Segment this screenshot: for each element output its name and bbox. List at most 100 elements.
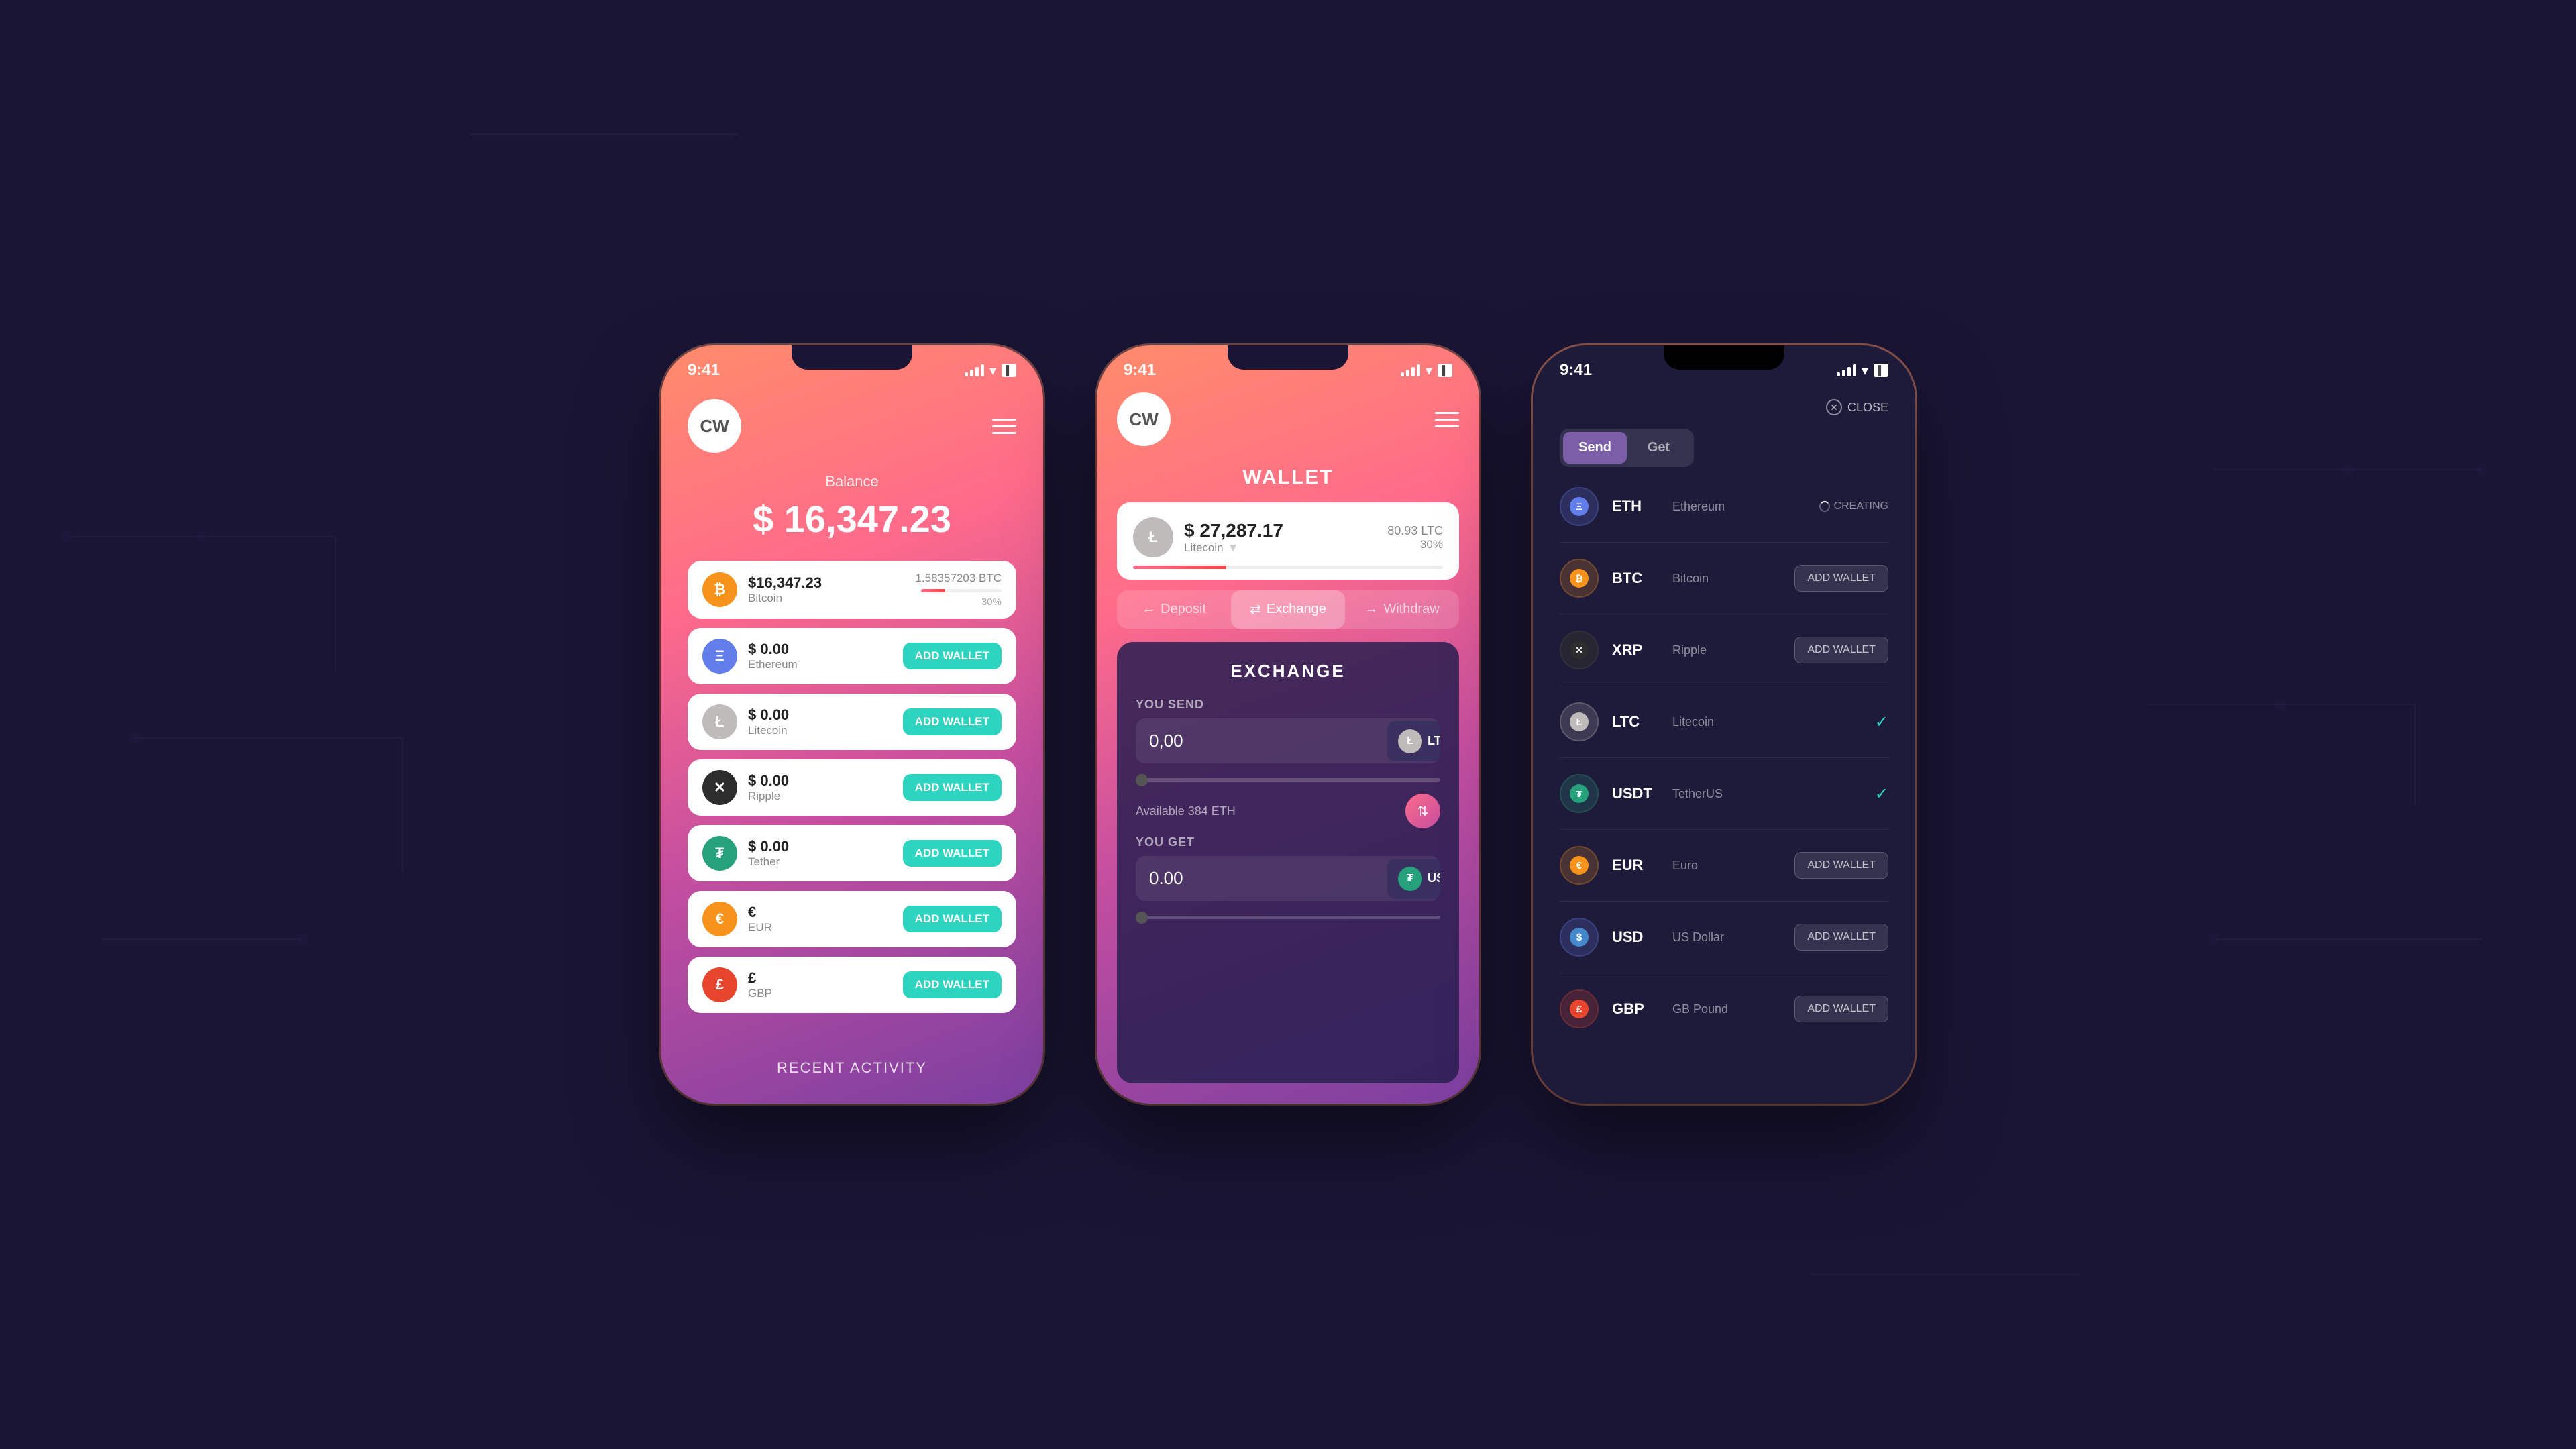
wallet-card-eur[interactable]: € € EUR ADD WALLET — [688, 891, 1016, 947]
hamburger-2[interactable] — [1435, 412, 1459, 427]
phone-balance: 9:41 ▾ ▌ CW Bala — [661, 345, 1043, 1104]
list-coin-icon-ltc: Ł — [1560, 702, 1599, 741]
phone-coinlist: 9:41 ▾ ▌ ✕ CLOSE — [1533, 345, 1915, 1104]
svg-text:€: € — [1576, 860, 1582, 871]
send-coin-badge[interactable]: Ł LTC ▶ — [1387, 721, 1440, 761]
status-time-2: 9:41 — [1124, 361, 1156, 380]
list-ticker-btc: BTC — [1612, 570, 1659, 587]
add-wallet-usd[interactable]: ADD WALLET — [1794, 924, 1888, 951]
send-input[interactable] — [1136, 718, 1387, 763]
list-item-eth[interactable]: Ξ ETH Ethereum CREATING — [1560, 487, 1888, 526]
add-wallet-gbp[interactable]: ADD WALLET — [1794, 996, 1888, 1022]
coin-info-xrp: $ 0.00 Ripple — [748, 772, 892, 803]
coin-icon-eur: € — [702, 902, 737, 936]
coin-name-xrp: Ripple — [748, 790, 892, 803]
add-wallet-btn-xrp[interactable]: ADD WALLET — [903, 774, 1002, 801]
list-name-btc: Bitcoin — [1672, 572, 1781, 586]
phone3-header: ✕ CLOSE — [1560, 392, 1888, 415]
coin-right-btc: 1.58357203 BTC 30% — [915, 572, 1002, 608]
list-item-gbp[interactable]: £ GBP GB Pound ADD WALLET — [1560, 989, 1888, 1028]
add-wallet-btn-eur[interactable]: ADD WALLET — [903, 906, 1002, 932]
btc-progress-text: 30% — [981, 596, 1002, 608]
get-coin-icon: ₮ — [1398, 867, 1422, 891]
list-item-usdt[interactable]: ₮ USDT TetherUS ✓ — [1560, 774, 1888, 813]
get-slider[interactable] — [1136, 916, 1440, 919]
list-item-xrp[interactable]: ✕ XRP Ripple ADD WALLET — [1560, 631, 1888, 669]
phone-exchange: 9:41 ▾ ▌ CW WALLET — [1097, 345, 1479, 1104]
list-coin-icon-gbp: £ — [1560, 989, 1599, 1028]
tab-exchange[interactable]: ⇄Exchange — [1231, 590, 1345, 629]
hamburger-1[interactable] — [992, 419, 1016, 434]
list-ticker-eur: EUR — [1612, 857, 1659, 874]
wallet-card-eth[interactable]: Ξ $ 0.00 Ethereum ADD WALLET — [688, 628, 1016, 684]
close-button[interactable]: ✕ CLOSE — [1826, 399, 1888, 415]
coin-name-btc: Bitcoin — [748, 592, 904, 605]
add-wallet-btn-ltc[interactable]: ADD WALLET — [903, 708, 1002, 735]
btc-progress-bar — [921, 589, 1002, 592]
available-row: Available 384 ETH ⇅ — [1136, 794, 1440, 828]
wallet-card-ltc[interactable]: Ł $ 0.00 Litecoin ADD WALLET — [688, 694, 1016, 750]
send-slider[interactable] — [1136, 778, 1440, 782]
status-icons-1: ▾ ▌ — [965, 362, 1016, 379]
list-name-eur: Euro — [1672, 859, 1781, 873]
wallet-card-btc[interactable]: ₿ $16,347.23 Bitcoin 1.58357203 BTC 30% — [688, 561, 1016, 619]
coin-info-ltc: $ 0.00 Litecoin — [748, 706, 892, 737]
list-name-usdt: TetherUS — [1672, 787, 1862, 801]
swap-button[interactable]: ⇅ — [1405, 794, 1440, 828]
creating-status-eth: CREATING — [1819, 500, 1888, 513]
svg-text:Ξ: Ξ — [1576, 501, 1582, 512]
send-tab[interactable]: Send — [1563, 432, 1627, 464]
send-coin-icon: Ł — [1398, 729, 1422, 753]
you-get-label: YOU GET — [1136, 835, 1440, 849]
wallet-card-gbp[interactable]: £ £ GBP ADD WALLET — [688, 957, 1016, 1013]
coin-info-gbp: £ GBP — [748, 969, 892, 1000]
list-ticker-ltc: LTC — [1612, 713, 1659, 731]
coin-name-ltc: Litecoin — [748, 724, 892, 737]
battery-icon-1: ▌ — [1002, 364, 1016, 377]
get-coin-text: USDT — [1428, 871, 1440, 885]
logo-1: CW — [688, 399, 741, 453]
coin-info-btc: $16,347.23 Bitcoin — [748, 574, 904, 605]
phone2-header: CW — [1117, 392, 1459, 446]
phone1-content: CW Balance $ 16,347.23 ₿ $16,347.23 Bitc… — [661, 386, 1043, 1104]
coin-list: Ξ ETH Ethereum CREATING ₿ BTC B — [1560, 487, 1888, 1083]
list-coin-icon-eur: € — [1560, 846, 1599, 885]
list-ticker-eth: ETH — [1612, 498, 1659, 515]
get-tab[interactable]: Get — [1627, 432, 1690, 464]
balance-card-fill — [1133, 566, 1226, 569]
list-item-eur[interactable]: € EUR Euro ADD WALLET — [1560, 846, 1888, 885]
coin-name-gbp: GBP — [748, 987, 892, 1000]
add-wallet-btn-gbp[interactable]: ADD WALLET — [903, 971, 1002, 998]
wallet-card-xrp[interactable]: ✕ $ 0.00 Ripple ADD WALLET — [688, 759, 1016, 816]
status-time-1: 9:41 — [688, 361, 720, 380]
close-label: CLOSE — [1847, 400, 1888, 415]
tab-deposit[interactable]: ←Deposit — [1117, 590, 1231, 629]
tab-withdraw[interactable]: →Withdraw — [1345, 590, 1459, 629]
add-wallet-btn-usdt[interactable]: ADD WALLET — [903, 840, 1002, 867]
coin-info-eth: $ 0.00 Ethereum — [748, 641, 892, 672]
add-wallet-xrp[interactable]: ADD WALLET — [1794, 637, 1888, 663]
add-wallet-btc[interactable]: ADD WALLET — [1794, 565, 1888, 592]
balance-card-header: Ł $ 27,287.17 Litecoin ▼ 80.93 LTC 30% — [1133, 517, 1443, 557]
svg-text:$: $ — [1576, 932, 1582, 943]
list-name-usd: US Dollar — [1672, 930, 1781, 945]
list-item-btc[interactable]: ₿ BTC Bitcoin ADD WALLET — [1560, 559, 1888, 598]
balance-amount: $ 16,347.23 — [688, 497, 1016, 541]
add-wallet-btn-eth[interactable]: ADD WALLET — [903, 643, 1002, 669]
exchange-section: EXCHANGE YOU SEND Ł LTC ▶ Available 384 … — [1117, 642, 1459, 1083]
get-input[interactable] — [1136, 856, 1387, 901]
list-item-ltc[interactable]: Ł LTC Litecoin ✓ — [1560, 702, 1888, 741]
list-coin-icon-btc: ₿ — [1560, 559, 1599, 598]
balance-label: Balance — [688, 473, 1016, 490]
list-name-xrp: Ripple — [1672, 643, 1781, 657]
get-coin-badge[interactable]: ₮ USDT ▶ — [1387, 859, 1440, 899]
wallet-card-usdt[interactable]: ₮ $ 0.00 Tether ADD WALLET — [688, 825, 1016, 881]
wifi-icon-2: ▾ — [1426, 362, 1432, 379]
add-wallet-eur[interactable]: ADD WALLET — [1794, 852, 1888, 879]
svg-text:₮: ₮ — [1576, 789, 1582, 799]
balance-card-ltc: 80.93 LTC — [1387, 524, 1443, 538]
svg-text:₿: ₿ — [1575, 573, 1582, 584]
coin-icon-eth: Ξ — [702, 639, 737, 674]
status-icons-2: ▾ ▌ — [1401, 362, 1452, 379]
list-item-usd[interactable]: $ USD US Dollar ADD WALLET — [1560, 918, 1888, 957]
